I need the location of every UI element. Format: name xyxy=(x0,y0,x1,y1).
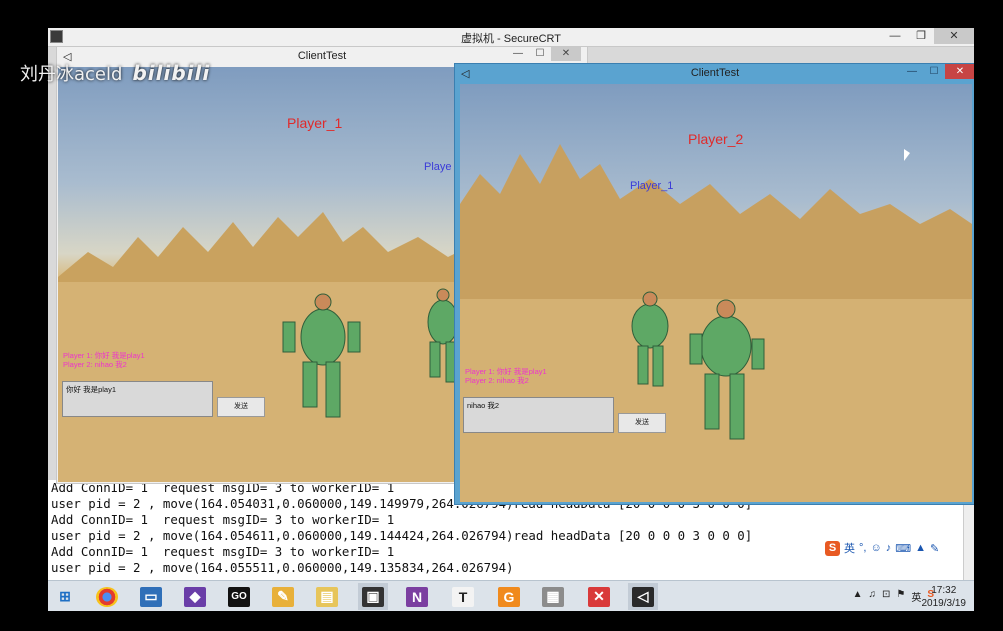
game-viewport[interactable]: Player_2 Player_1 Player 1: 你好 我是play1 P… xyxy=(460,84,972,502)
window-title: ClientTest xyxy=(690,67,740,79)
securecrt-titlebar: 虚拟机 - SecureCRT — ❐ ✕ xyxy=(48,28,974,47)
goland-icon[interactable]: GO xyxy=(224,583,254,610)
terminal-line: user pid = 2 , move(164.055511,0.060000,… xyxy=(51,560,514,575)
windows-start-icon[interactable]: ⊞ xyxy=(50,583,80,610)
close-button[interactable]: ✕ xyxy=(945,64,974,79)
ime-skin-icon[interactable]: ▲ xyxy=(915,542,926,554)
volume-icon[interactable]: ♫ xyxy=(868,589,876,604)
action-center-icon[interactable]: ⚑ xyxy=(896,589,905,604)
ime-emoji-icon[interactable]: ☺ xyxy=(870,542,881,554)
archive-icon[interactable]: ▦ xyxy=(538,583,568,610)
chrome-icon[interactable] xyxy=(92,583,122,610)
player-self-label: Player_1 xyxy=(287,115,343,131)
xmind-icon[interactable]: ✕ xyxy=(584,583,614,610)
ime-keyboard-icon[interactable]: ⌨ xyxy=(895,542,911,555)
taskbar: ⊞ ▭ ◆ GO ✎ ▤ ▣ N T G ▦ ✕ ◁ ▲ ♫ ⊡ ⚑ 英 S 1… xyxy=(48,580,974,611)
window-titlebar: ◁ ClientTest — ☐ ✕ xyxy=(455,64,974,82)
close-button[interactable]: ✕ xyxy=(934,28,974,44)
network-icon[interactable]: ⊡ xyxy=(882,589,890,604)
send-button[interactable]: 发送 xyxy=(618,413,666,433)
minimize-button[interactable]: — xyxy=(882,28,908,44)
onenote-icon[interactable]: N xyxy=(402,583,432,610)
chat-message: Player 2: nihao 我2 xyxy=(63,360,127,369)
player-other-label: Player_1 xyxy=(630,180,674,192)
restore-button[interactable]: ❐ xyxy=(908,28,934,44)
player-other-label: Playe xyxy=(424,161,452,173)
chat-input[interactable]: 你好 我是play1 xyxy=(62,381,213,417)
ime-voice-icon[interactable]: ♪ xyxy=(886,542,892,554)
player-self-label: Player_2 xyxy=(688,131,744,147)
client-window-player2[interactable]: ◁ ClientTest — ☐ ✕ Player_2 Player_1 Pla… xyxy=(454,63,974,505)
terminal-line: Add ConnID= 1 request msgID= 3 to worker… xyxy=(51,512,395,527)
clock-time: 17:32 xyxy=(931,585,957,596)
securecrt-icon[interactable]: ▣ xyxy=(358,583,388,610)
maximize-button[interactable]: ☐ xyxy=(923,64,945,79)
terminal-line: user pid = 2 , move(164.054611,0.060000,… xyxy=(51,528,753,543)
file-explorer-icon[interactable]: ▤ xyxy=(312,583,342,610)
ime-tools-icon[interactable]: ✎ xyxy=(930,542,939,555)
pdf-reader-icon[interactable]: G xyxy=(494,583,524,610)
visual-studio-icon[interactable]: ◆ xyxy=(180,583,210,610)
send-button[interactable]: 发送 xyxy=(217,397,265,417)
chat-input[interactable]: nihao 我2 xyxy=(463,397,614,433)
typora-icon[interactable]: T xyxy=(448,583,478,610)
clock-date: 2019/3/19 xyxy=(921,598,967,609)
remote-desktop-icon[interactable]: ▭ xyxy=(136,583,166,610)
paint-icon[interactable]: ✎ xyxy=(268,583,298,610)
sogou-ime-icon[interactable]: S xyxy=(825,540,840,556)
remote-desktop: 虚拟机 - SecureCRT — ❐ ✕ Add ConnID= 1 requ… xyxy=(48,28,974,611)
minimize-button[interactable]: — xyxy=(507,47,529,61)
taskbar-clock[interactable]: 17:32 2019/3/19 xyxy=(922,584,967,610)
watermark-author: 刘丹冰aceld xyxy=(20,64,123,85)
mouse-cursor xyxy=(904,149,910,161)
ime-toolbar[interactable]: S 英 °, ☺ ♪ ⌨ ▲ ✎ xyxy=(825,540,939,556)
unity-icon[interactable]: ◁ xyxy=(628,583,658,610)
tray-language[interactable]: 英 xyxy=(911,589,921,604)
securecrt-title: 虚拟机 - SecureCRT xyxy=(460,33,562,45)
minimize-button[interactable]: — xyxy=(901,64,923,79)
show-hidden-icons-icon[interactable]: ▲ xyxy=(853,589,863,604)
close-button[interactable]: ✕ xyxy=(551,47,581,61)
ime-language-toggle[interactable]: 英 xyxy=(844,540,855,556)
chat-message: Player 2: nihao 我2 xyxy=(465,376,529,385)
bilibili-logo: bilibili xyxy=(132,61,211,85)
ime-punctuation-icon[interactable]: °, xyxy=(859,542,866,554)
video-watermark: 刘丹冰aceld bilibili xyxy=(20,60,210,86)
terminal-line: Add ConnID= 1 request msgID= 3 to worker… xyxy=(51,544,395,559)
maximize-button[interactable]: ☐ xyxy=(529,47,551,61)
